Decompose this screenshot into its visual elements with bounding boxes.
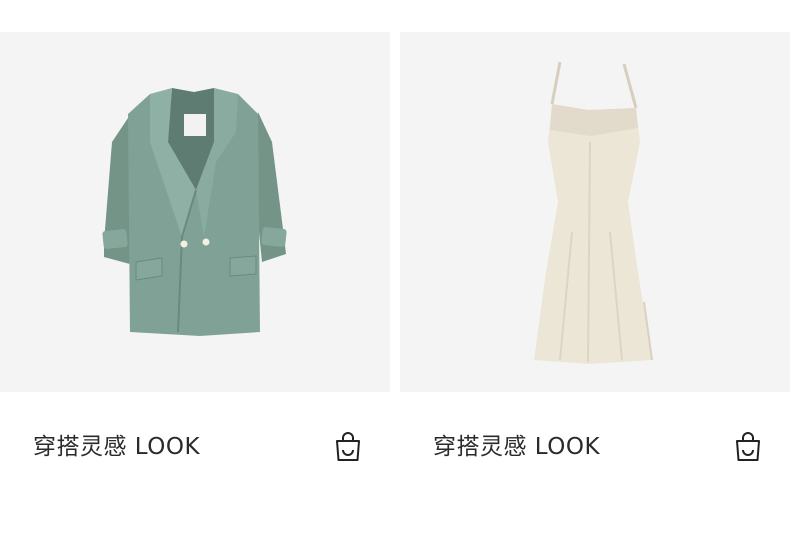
product-card[interactable]: 穿搭灵感 LOOK	[0, 0, 390, 549]
shopping-bag-icon	[336, 432, 360, 461]
slip-dress-image	[534, 61, 653, 364]
product-image[interactable]	[400, 32, 790, 392]
product-card[interactable]: 穿搭灵感 LOOK	[400, 0, 790, 549]
product-image[interactable]	[0, 32, 390, 392]
shopping-bag-icon	[736, 432, 760, 461]
blazer-image	[102, 88, 287, 336]
add-to-cart-button[interactable]	[334, 430, 362, 462]
product-title[interactable]: 穿搭灵感 LOOK	[433, 433, 600, 461]
add-to-cart-button[interactable]	[734, 430, 762, 462]
product-title[interactable]: 穿搭灵感 LOOK	[33, 433, 200, 461]
